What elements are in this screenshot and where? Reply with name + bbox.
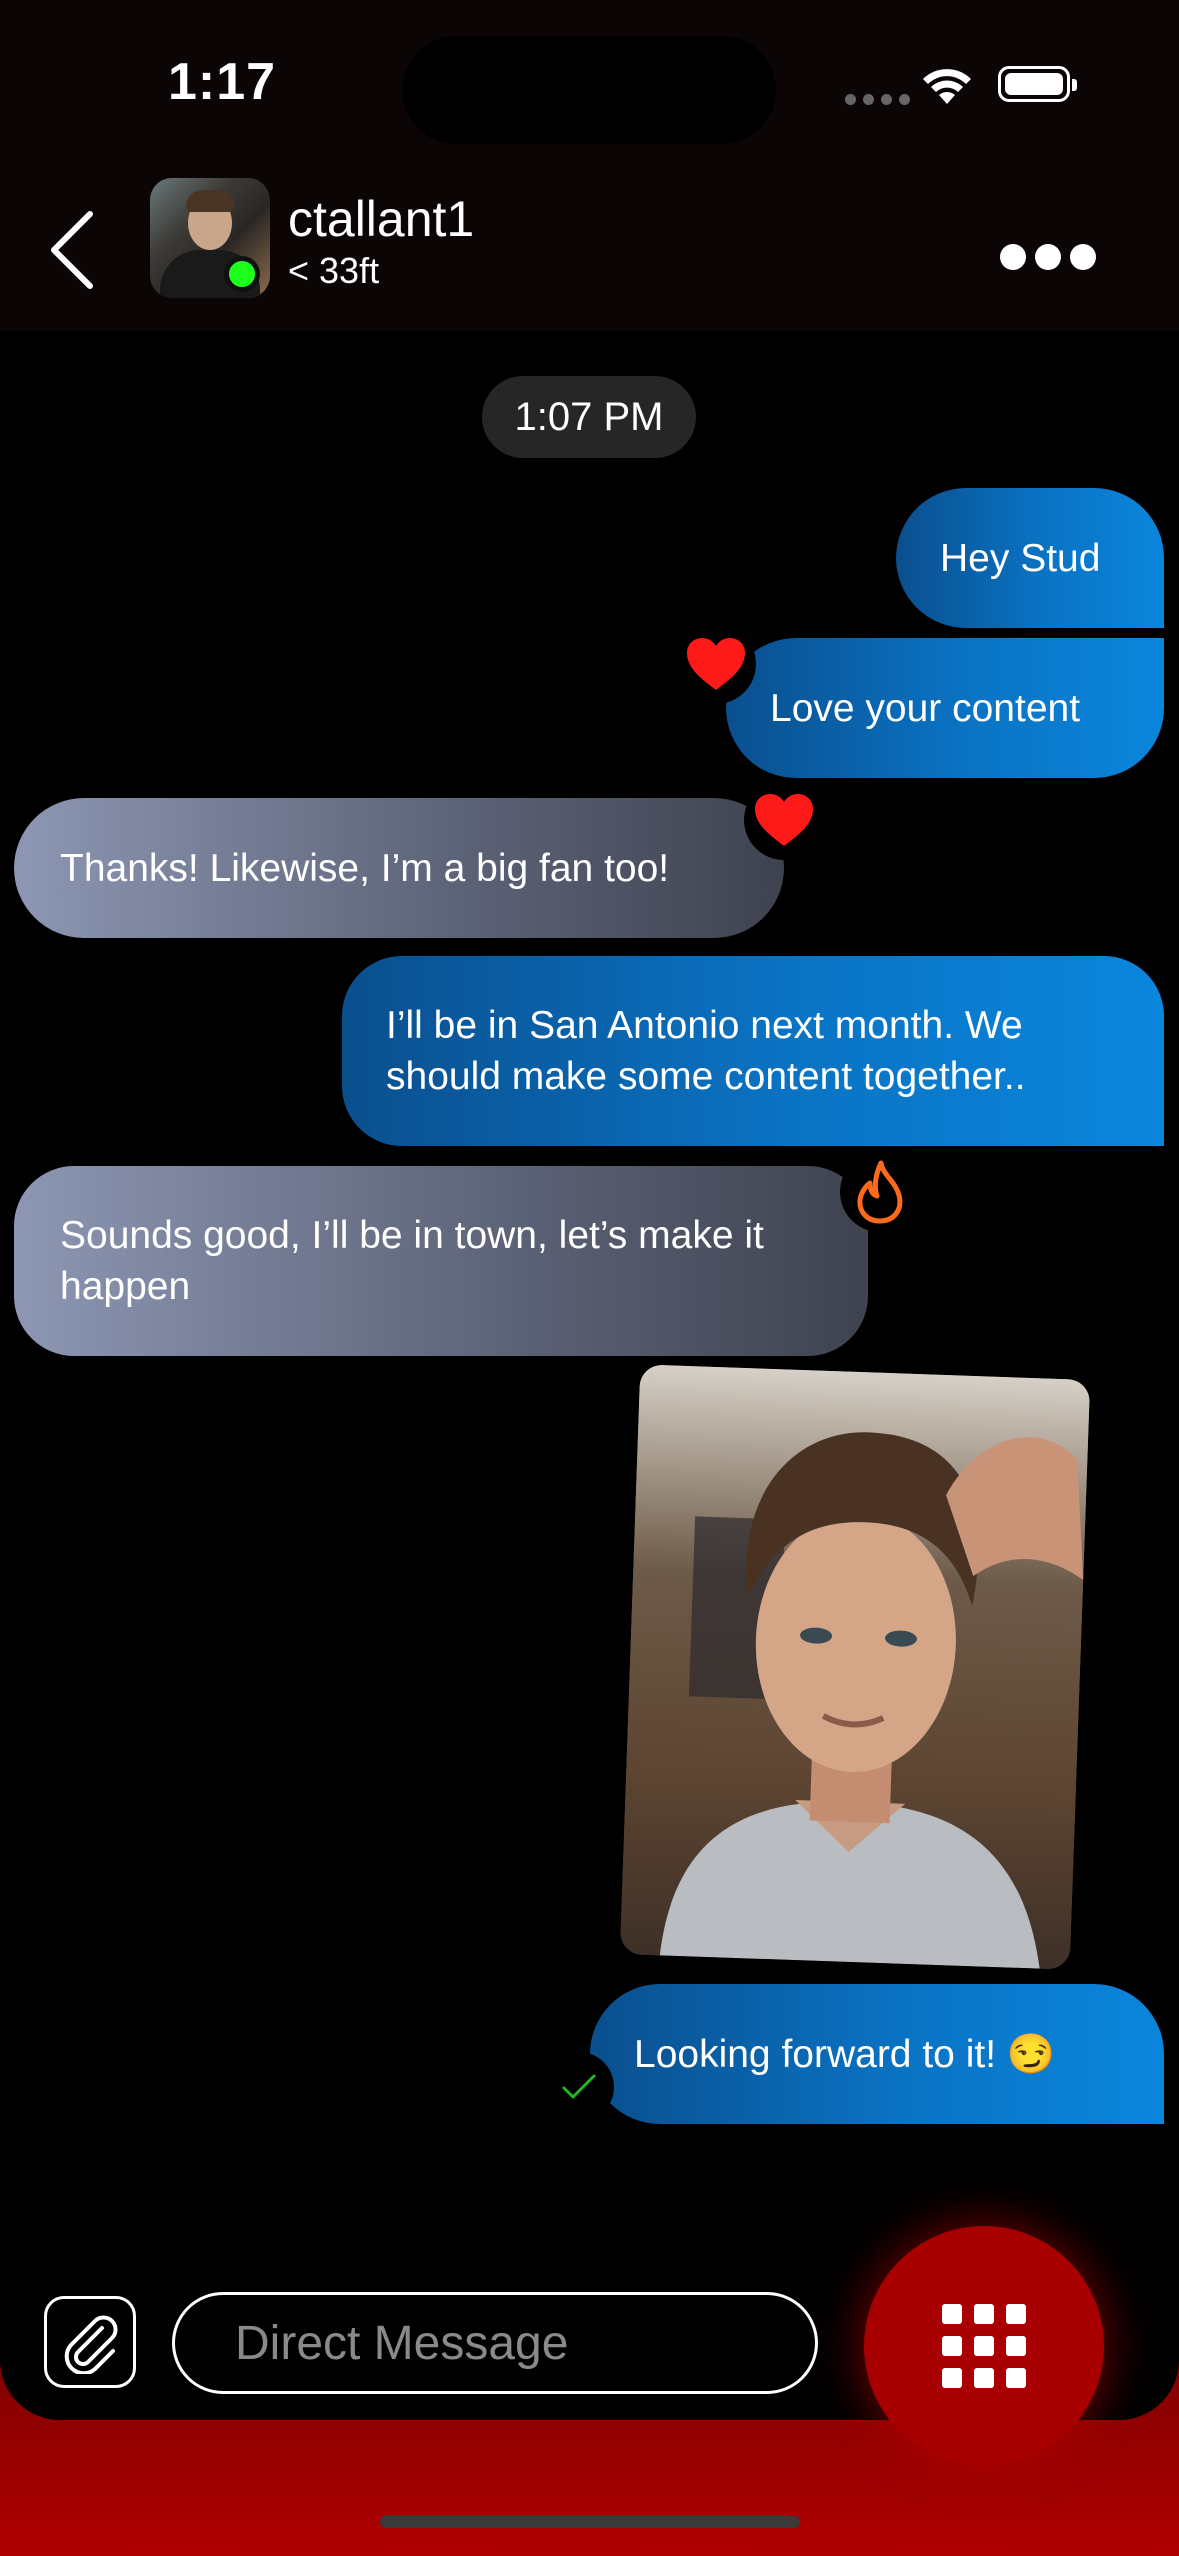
heart-icon [755, 794, 813, 846]
direct-message-input[interactable] [172, 2292, 818, 2394]
reaction-heart [676, 624, 756, 704]
online-status-indicator [224, 256, 260, 292]
portrait-image [619, 1364, 1091, 1970]
home-indicator [380, 2516, 800, 2528]
timestamp-pill: 1:07 PM [482, 376, 696, 458]
contact-username[interactable]: ctallant1 [288, 190, 474, 248]
dynamic-island [402, 36, 776, 144]
message-text: Love your content [770, 686, 1081, 730]
message-text: I’ll be in San Antonio next month. We sh… [386, 1004, 1026, 1098]
reaction-flame [840, 1152, 920, 1232]
attach-button[interactable] [44, 2296, 136, 2388]
message-bubble-outgoing[interactable]: Love your content [726, 638, 1164, 778]
contact-distance: < 33ft [288, 250, 380, 291]
message-bubble-outgoing[interactable]: Hey Stud [896, 488, 1164, 628]
message-bubble-incoming[interactable]: Thanks! Likewise, I’m a big fan too! [14, 798, 784, 938]
grid-icon [942, 2304, 962, 2324]
message-text: Thanks! Likewise, I’m a big fan too! [60, 846, 670, 890]
reaction-heart [744, 780, 824, 860]
photo-message[interactable] [619, 1364, 1091, 1970]
status-bar: 1:17 [0, 0, 1179, 170]
message-text: Hey Stud [940, 536, 1101, 580]
read-receipt [544, 2052, 614, 2122]
quick-actions-button[interactable] [864, 2226, 1104, 2466]
heart-icon [687, 638, 745, 690]
more-options-icon[interactable] [1000, 244, 1096, 270]
battery-icon [998, 66, 1077, 102]
message-bubble-outgoing[interactable]: I’ll be in San Antonio next month. We sh… [342, 956, 1164, 1146]
message-bubble-incoming[interactable]: Sounds good, I’ll be in town, let’s make… [14, 1166, 868, 1356]
flame-icon [857, 1160, 903, 1224]
message-bubble-outgoing[interactable]: Looking forward to it! 😏 [590, 1984, 1164, 2124]
status-time: 1:17 [168, 53, 277, 111]
message-text: Looking forward to it! 😏 [634, 2032, 1056, 2076]
check-icon [562, 2074, 596, 2099]
chat-header: ctallant1 < 33ft [0, 170, 1179, 330]
message-text: Sounds good, I’ll be in town, let’s make… [60, 1214, 764, 1308]
paperclip-icon [64, 2315, 118, 2374]
wifi-icon [923, 69, 971, 104]
back-chevron-icon[interactable] [46, 200, 106, 300]
cellular-signal-icon [845, 94, 910, 105]
